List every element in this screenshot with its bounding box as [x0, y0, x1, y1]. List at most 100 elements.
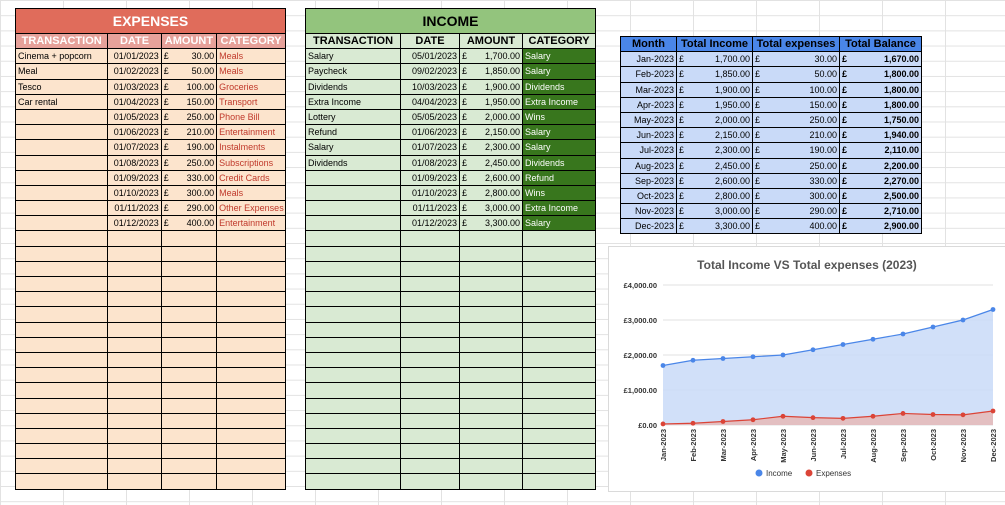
- empty-cell[interactable]: [14, 458, 109, 475]
- empty-cell[interactable]: [160, 443, 218, 460]
- income-category-cell[interactable]: Extra Income: [522, 200, 596, 217]
- empty-cell[interactable]: [400, 427, 460, 445]
- empty-cell[interactable]: [160, 321, 218, 338]
- expenses-header-amount[interactable]: AMOUNT: [160, 32, 218, 50]
- income-transaction-cell[interactable]: Refund: [305, 124, 401, 141]
- expense-date-cell[interactable]: 01/12/2023: [107, 215, 162, 232]
- balance-expenses-cell[interactable]: £210.00: [752, 127, 840, 144]
- balance-month-cell[interactable]: Oct-2023: [620, 187, 677, 205]
- empty-cell[interactable]: [216, 367, 286, 384]
- empty-cell[interactable]: [400, 397, 460, 414]
- balance-header-balance[interactable]: Total Balance: [839, 35, 922, 53]
- empty-cell[interactable]: [400, 306, 460, 323]
- empty-cell[interactable]: [160, 412, 218, 429]
- balance-total-cell[interactable]: £1,800.00: [839, 96, 922, 113]
- empty-cell[interactable]: [305, 382, 401, 399]
- empty-cell[interactable]: [305, 306, 401, 323]
- empty-cell[interactable]: [216, 473, 286, 490]
- empty-cell[interactable]: [216, 351, 286, 369]
- empty-cell[interactable]: [107, 367, 162, 384]
- expense-category-cell[interactable]: Instalments: [216, 139, 286, 156]
- income-date-cell[interactable]: 01/09/2023: [400, 169, 460, 186]
- balance-total-cell[interactable]: £1,670.00: [839, 51, 922, 68]
- income-header-transaction[interactable]: TRANSACTION: [305, 32, 401, 50]
- expense-transaction-cell[interactable]: [14, 169, 109, 186]
- income-transaction-cell[interactable]: Extra Income: [305, 93, 401, 110]
- expense-transaction-cell[interactable]: [14, 124, 109, 141]
- expenses-header-date[interactable]: DATE: [107, 32, 162, 50]
- balance-total-cell[interactable]: £2,110.00: [839, 142, 922, 159]
- income-amount-cell[interactable]: £2,300.00: [459, 139, 523, 156]
- empty-cell[interactable]: [14, 351, 109, 369]
- empty-cell[interactable]: [459, 351, 523, 369]
- expense-amount-cell[interactable]: £30.00: [160, 48, 218, 65]
- empty-cell[interactable]: [160, 291, 218, 308]
- income-category-cell[interactable]: Dividends: [522, 154, 596, 171]
- expense-category-cell[interactable]: Entertainment: [216, 124, 286, 141]
- empty-cell[interactable]: [522, 230, 596, 247]
- empty-cell[interactable]: [459, 473, 523, 490]
- balance-expenses-cell[interactable]: £190.00: [752, 142, 840, 159]
- empty-cell[interactable]: [107, 443, 162, 460]
- expense-date-cell[interactable]: 01/02/2023: [107, 63, 162, 80]
- empty-cell[interactable]: [14, 306, 109, 323]
- balance-header-month[interactable]: Month: [620, 35, 677, 53]
- empty-cell[interactable]: [107, 336, 162, 353]
- empty-cell[interactable]: [14, 275, 109, 293]
- empty-cell[interactable]: [216, 458, 286, 475]
- expense-transaction-cell[interactable]: [14, 139, 109, 156]
- balance-income-cell[interactable]: £2,000.00: [676, 111, 753, 129]
- income-category-cell[interactable]: Extra Income: [522, 93, 596, 110]
- empty-cell[interactable]: [459, 321, 523, 338]
- empty-cell[interactable]: [160, 306, 218, 323]
- balance-expenses-cell[interactable]: £50.00: [752, 66, 840, 83]
- expense-amount-cell[interactable]: £290.00: [160, 200, 218, 217]
- empty-cell[interactable]: [522, 260, 596, 278]
- income-date-cell[interactable]: 01/08/2023: [400, 154, 460, 171]
- income-category-cell[interactable]: Salary: [522, 124, 596, 141]
- balance-total-cell[interactable]: £1,800.00: [839, 81, 922, 98]
- empty-cell[interactable]: [107, 427, 162, 445]
- empty-cell[interactable]: [14, 230, 109, 247]
- empty-cell[interactable]: [14, 245, 109, 262]
- empty-cell[interactable]: [522, 458, 596, 475]
- income-date-cell[interactable]: 01/12/2023: [400, 215, 460, 232]
- empty-cell[interactable]: [305, 412, 401, 429]
- income-title[interactable]: INCOME: [305, 8, 596, 34]
- balance-income-cell[interactable]: £1,700.00: [676, 51, 753, 68]
- empty-cell[interactable]: [400, 412, 460, 429]
- expenses-header-category[interactable]: CATEGORY: [216, 32, 286, 50]
- empty-cell[interactable]: [14, 382, 109, 399]
- empty-cell[interactable]: [107, 291, 162, 308]
- empty-cell[interactable]: [107, 260, 162, 278]
- expense-amount-cell[interactable]: £50.00: [160, 63, 218, 80]
- empty-cell[interactable]: [522, 382, 596, 399]
- income-amount-cell[interactable]: £2,600.00: [459, 169, 523, 186]
- income-date-cell[interactable]: 01/11/2023: [400, 200, 460, 217]
- expense-category-cell[interactable]: Other Expenses: [216, 200, 286, 217]
- empty-cell[interactable]: [305, 458, 401, 475]
- balance-expenses-cell[interactable]: £100.00: [752, 81, 840, 98]
- empty-cell[interactable]: [14, 367, 109, 384]
- expense-amount-cell[interactable]: £210.00: [160, 124, 218, 141]
- income-amount-cell[interactable]: £2,150.00: [459, 124, 523, 141]
- empty-cell[interactable]: [216, 412, 286, 429]
- income-category-cell[interactable]: Salary: [522, 139, 596, 156]
- income-transaction-cell[interactable]: [305, 184, 401, 202]
- balance-month-cell[interactable]: May-2023: [620, 111, 677, 129]
- balance-header-income[interactable]: Total Income: [676, 35, 753, 53]
- balance-expenses-cell[interactable]: £290.00: [752, 203, 840, 220]
- expense-date-cell[interactable]: 01/03/2023: [107, 78, 162, 95]
- empty-cell[interactable]: [14, 443, 109, 460]
- balance-month-cell[interactable]: Jun-2023: [620, 127, 677, 144]
- expense-transaction-cell[interactable]: [14, 215, 109, 232]
- empty-cell[interactable]: [305, 260, 401, 278]
- empty-cell[interactable]: [216, 275, 286, 293]
- empty-cell[interactable]: [160, 427, 218, 445]
- income-amount-cell[interactable]: £3,300.00: [459, 215, 523, 232]
- balance-total-cell[interactable]: £1,940.00: [839, 127, 922, 144]
- empty-cell[interactable]: [216, 321, 286, 338]
- balance-income-cell[interactable]: £2,300.00: [676, 142, 753, 159]
- expense-date-cell[interactable]: 01/06/2023: [107, 124, 162, 141]
- empty-cell[interactable]: [400, 230, 460, 247]
